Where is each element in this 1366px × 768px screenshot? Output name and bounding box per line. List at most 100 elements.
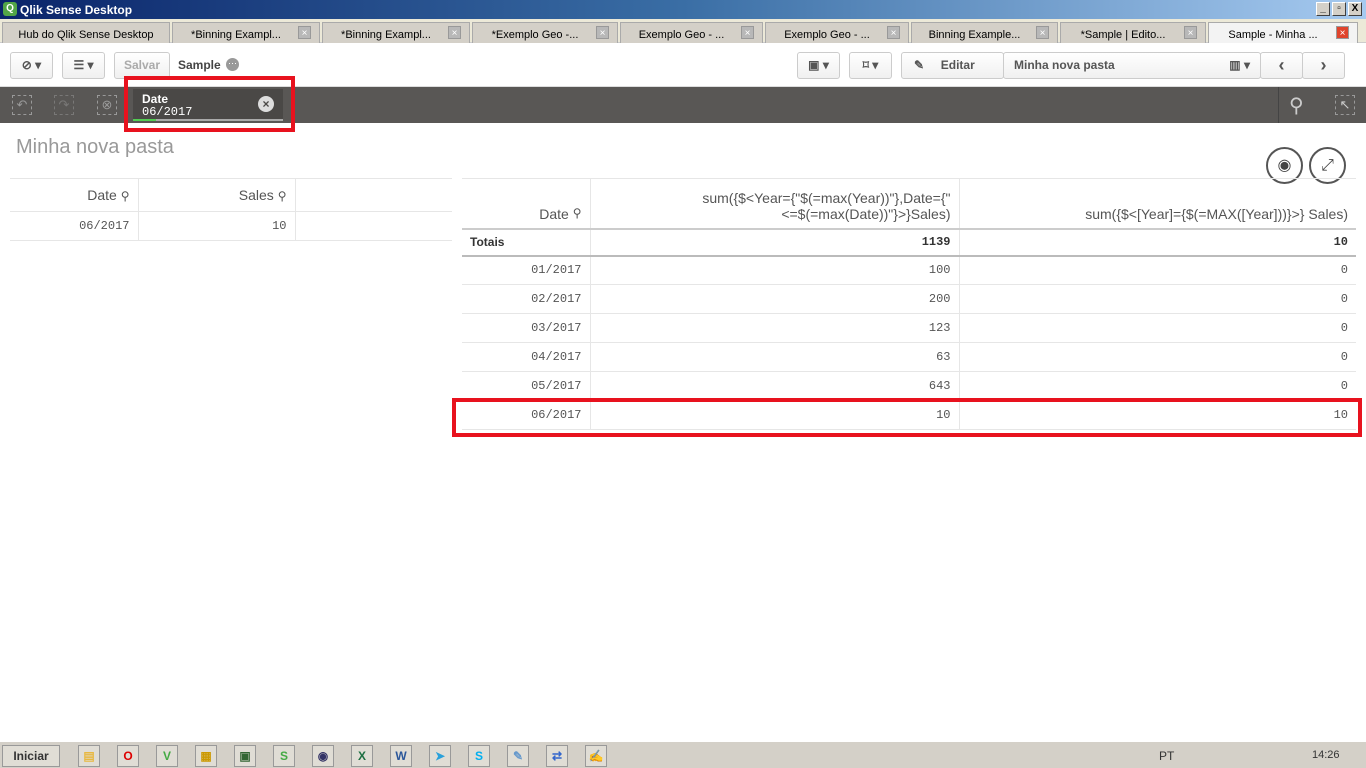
table-cell: 63	[590, 342, 960, 372]
sheet-selector[interactable]: Minha nova pasta ▥ ▾	[1003, 52, 1261, 79]
tab[interactable]: Sample - Minha ... ×	[1208, 22, 1358, 43]
table-cell: 0	[959, 342, 1356, 372]
qlikview-icon[interactable]: V	[156, 745, 178, 767]
table-cell: 0	[959, 255, 1356, 285]
word-icon[interactable]: W	[390, 745, 412, 767]
close-tab-icon[interactable]: ×	[1184, 26, 1197, 39]
step-forward-icon[interactable]: ↷	[54, 95, 74, 115]
compass-icon: ⊘ ▾	[21, 58, 42, 72]
keepass-icon[interactable]: ◉	[312, 745, 334, 767]
right-table: Date ⚲ sum({$<Year={"$(=max(Year))"},Dat…	[462, 178, 1356, 430]
column-header-sales[interactable]: Sales ⚲	[138, 178, 296, 212]
list-menu-button[interactable]: ☰ ▾	[62, 52, 105, 79]
minimize-button[interactable]: _	[1316, 2, 1330, 16]
explorer-icon[interactable]: ▤	[78, 745, 100, 767]
qlik-sense-icon[interactable]: S	[273, 745, 295, 767]
expand-icon: ⤢	[1321, 157, 1334, 174]
table-cell: 0	[959, 313, 1356, 343]
selections-tool-icon[interactable]: ↖	[1335, 95, 1355, 115]
close-tab-icon[interactable]: ×	[448, 26, 461, 39]
step-back-icon[interactable]: ↶	[12, 95, 32, 115]
telegram-icon[interactable]: ➤	[429, 745, 451, 767]
table-cell: 643	[590, 371, 960, 401]
close-window-button[interactable]: X	[1348, 2, 1362, 16]
tab[interactable]: *Sample | Edito... ×	[1060, 22, 1206, 43]
table-row[interactable]: 05/2017 643 0	[462, 371, 1356, 401]
app-name: Sample	[178, 58, 221, 72]
search-icon: ⚲	[120, 189, 130, 203]
pencil-icon: ✎	[914, 58, 925, 72]
highlight-box	[452, 398, 1362, 437]
network-icon[interactable]: ⇄	[546, 745, 568, 767]
sheet-title: Minha nova pasta	[16, 136, 174, 158]
column-header-date[interactable]: Date ⚲	[462, 178, 591, 229]
folder-icon[interactable]: ▦	[195, 745, 217, 767]
language-indicator[interactable]: PT	[1159, 749, 1174, 763]
tab[interactable]: *Binning Exampl... ×	[172, 22, 320, 43]
table-row[interactable]: 02/2017 200 0	[462, 284, 1356, 314]
close-tab-icon[interactable]: ×	[1036, 26, 1049, 39]
search-icon[interactable]: ⚲	[1289, 93, 1304, 118]
table-cell: 04/2017	[462, 342, 591, 372]
close-tab-icon[interactable]: ×	[887, 26, 900, 39]
tab-label: *Sample | Edito...	[1080, 29, 1166, 41]
table-cell: 02/2017	[462, 284, 591, 314]
tab[interactable]: *Binning Exampl... ×	[322, 22, 470, 43]
window-title: Qlik Sense Desktop	[20, 3, 133, 17]
clock: 14:26	[1312, 749, 1340, 761]
column-header-measure-1[interactable]: sum({$<Year={"$(=max(Year))"},Date={"<=$…	[590, 178, 960, 229]
tab[interactable]: Exemplo Geo - ... ×	[765, 22, 909, 43]
opera-icon[interactable]: O	[117, 745, 139, 767]
skype-icon[interactable]: S	[468, 745, 490, 767]
tab-label: Hub do Qlik Sense Desktop	[18, 29, 154, 41]
left-table: Date ⚲ Sales ⚲ 06/2017 10	[10, 178, 452, 241]
tab-label: *Binning Exampl...	[191, 29, 281, 41]
chevron-right-icon: ›	[1320, 55, 1327, 75]
restore-button[interactable]: ▫	[1332, 2, 1346, 16]
excel-icon[interactable]: X	[351, 745, 373, 767]
tab[interactable]: Binning Example... ×	[911, 22, 1058, 43]
table-cell: 03/2017	[462, 313, 591, 343]
close-tab-icon[interactable]: ×	[741, 26, 754, 39]
tab[interactable]: *Exemplo Geo -... ×	[472, 22, 618, 43]
table-row[interactable]: 04/2017 63 0	[462, 342, 1356, 372]
column-header-date[interactable]: Date ⚲	[10, 178, 139, 212]
close-tab-icon[interactable]: ×	[298, 26, 311, 39]
tab[interactable]: Exemplo Geo - ... ×	[620, 22, 763, 43]
tab[interactable]: Hub do Qlik Sense Desktop	[2, 22, 170, 43]
tab-label: Sample - Minha ...	[1228, 29, 1318, 41]
bookmark-icon: ⌑ ▾	[862, 58, 879, 72]
taskbar: Iniciar PT 14:26 ▤ O V ▦ ▣ S ◉ X W ➤ S ✎ ⇄ ✍	[0, 740, 1366, 768]
save-button[interactable]: Salvar	[114, 52, 170, 79]
app-info-icon[interactable]: ⋯	[226, 58, 239, 71]
notepad-icon[interactable]: ✍	[585, 745, 607, 767]
close-tab-icon[interactable]: ×	[596, 26, 609, 39]
bookmark-button[interactable]: ⌑ ▾	[849, 52, 892, 79]
sheets-icon: ▥ ▾	[1229, 58, 1250, 72]
previous-sheet-button[interactable]: ‹	[1260, 52, 1303, 79]
table-row[interactable]: 03/2017 123 0	[462, 313, 1356, 343]
table-cell: 0	[959, 284, 1356, 314]
story-button[interactable]: ▣ ▾	[797, 52, 840, 79]
camera-icon: ◉	[1277, 157, 1292, 174]
list-icon: ☰ ▾	[73, 58, 94, 72]
chevron-left-icon: ‹	[1278, 55, 1285, 75]
table-cell: 100	[590, 255, 960, 285]
table-cell: 01/2017	[462, 255, 591, 285]
tab-label: *Binning Exampl...	[341, 29, 431, 41]
paint-icon[interactable]: ✎	[507, 745, 529, 767]
column-header-measure-2[interactable]: sum({$<[Year]={$(=MAX([Year]))}>} Sales)	[959, 178, 1356, 229]
table-cell: 123	[590, 313, 960, 343]
tab-label: Exemplo Geo - ...	[638, 29, 725, 41]
navigation-menu-button[interactable]: ⊘ ▾	[10, 52, 53, 79]
close-tab-icon[interactable]: ×	[1336, 26, 1349, 39]
tab-strip: Hub do Qlik Sense Desktop *Binning Exampl…	[0, 19, 1366, 43]
edit-button[interactable]: ✎ Editar	[901, 52, 1004, 79]
start-button[interactable]: Iniciar	[2, 745, 60, 767]
table-row[interactable]: 06/2017 10	[10, 211, 452, 241]
next-sheet-button[interactable]: ›	[1302, 52, 1345, 79]
monitor-icon[interactable]: ▣	[234, 745, 256, 767]
table-row[interactable]: 01/2017 100 0	[462, 255, 1356, 285]
edit-label: Editar	[940, 58, 975, 72]
clear-all-selections-icon[interactable]: ⊗	[97, 95, 117, 115]
